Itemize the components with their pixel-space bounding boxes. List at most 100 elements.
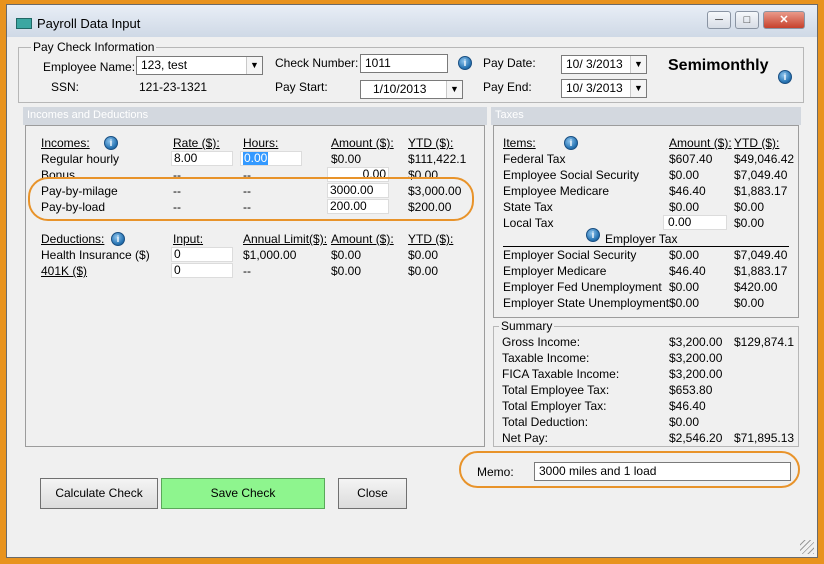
- tax-name: Local Tax: [503, 216, 554, 230]
- deduction-limit: --: [243, 264, 251, 278]
- annual-limit-header: Annual Limit($):: [243, 232, 328, 246]
- pay-date-value: 10/ 3/2013: [566, 57, 623, 71]
- summary-amount: $653.80: [669, 383, 713, 397]
- chevron-down-icon: ▼: [630, 80, 646, 97]
- ytd-header: YTD ($):: [408, 136, 454, 150]
- check-number-info-icon[interactable]: i: [458, 56, 472, 70]
- pay-end-datepicker[interactable]: 10/ 3/2013 ▼: [561, 79, 647, 98]
- deduction-name: Health Insurance ($): [41, 248, 150, 262]
- summary-ytd: $129,874.1: [734, 335, 795, 349]
- deductions-info-icon[interactable]: i: [111, 232, 125, 246]
- employer-tax-amount: $46.40: [669, 264, 706, 278]
- pay-start-value: 1/10/2013: [373, 82, 427, 96]
- employer-tax-ytd: $7,049.40: [734, 248, 788, 262]
- summary-name: FICA Taxable Income:: [502, 367, 620, 381]
- incomes-header: Incomes:: [41, 136, 90, 150]
- summary-ytd: $71,895.13: [734, 431, 795, 445]
- summary-name: Net Pay:: [502, 431, 549, 445]
- summary-amount: $3,200.00: [669, 367, 723, 381]
- employer-tax-info-icon[interactable]: i: [586, 228, 600, 242]
- amount-header: Amount ($):: [331, 136, 394, 150]
- chevron-down-icon: ▼: [630, 56, 646, 73]
- frequency-info-icon[interactable]: i: [778, 70, 792, 84]
- summary-name: Total Deduction:: [502, 415, 589, 429]
- pay-end-value: 10/ 3/2013: [566, 81, 623, 95]
- highlight-oval-incomes: [28, 177, 474, 221]
- window-title: Payroll Data Input: [37, 16, 141, 31]
- employer-tax-ytd: $420.00: [734, 280, 778, 294]
- items-header: Items:: [503, 136, 536, 150]
- employer-tax-amount: $0.00: [669, 296, 700, 310]
- incomes-deductions-header: Incomes and Deductions: [23, 107, 487, 125]
- pay-start-label: Pay Start:: [275, 80, 328, 94]
- taxes-header: Taxes: [491, 107, 801, 125]
- deductions-header: Deductions:: [41, 232, 105, 246]
- pay-end-label: Pay End:: [483, 80, 532, 94]
- summary-name: Total Employee Tax:: [502, 383, 610, 397]
- resize-grip-icon[interactable]: [800, 540, 814, 554]
- local-tax-input[interactable]: 0.00: [663, 215, 727, 230]
- pay-date-label: Pay Date:: [483, 56, 536, 70]
- check-number-input[interactable]: 1011: [360, 54, 448, 73]
- summary-amount: $0.00: [669, 415, 700, 429]
- employer-tax-amount: $0.00: [669, 248, 700, 262]
- taxes-info-icon[interactable]: i: [564, 136, 578, 150]
- health-insurance-input[interactable]: 0: [171, 247, 233, 262]
- tax-ytd: $7,049.40: [734, 168, 788, 182]
- employer-tax-name: Employer Fed Unemployment: [503, 280, 662, 294]
- hours-input[interactable]: 0.00: [240, 151, 302, 166]
- close-button[interactable]: Close: [338, 478, 407, 509]
- deduction-ytd: $0.00: [408, 248, 439, 262]
- income-ytd: $111,422.1: [408, 152, 467, 166]
- income-name: Regular hourly: [41, 152, 120, 166]
- deduction-401k-link[interactable]: 401K ($): [41, 264, 87, 278]
- employer-tax-name: Employer Social Security: [503, 248, 637, 262]
- summary-amount: $3,200.00: [669, 335, 723, 349]
- deduction-ytd-header: YTD ($):: [408, 232, 454, 246]
- incomes-info-icon[interactable]: i: [104, 136, 118, 150]
- pay-start-datepicker[interactable]: 1/10/2013 ▼: [360, 80, 463, 99]
- hours-header: Hours:: [243, 136, 279, 150]
- summary-label: Summary: [499, 319, 555, 333]
- input-header: Input:: [173, 232, 204, 246]
- save-check-button[interactable]: Save Check: [161, 478, 325, 509]
- employer-tax-ytd: $1,883.17: [734, 264, 788, 278]
- employee-name-value: 123, test: [141, 58, 188, 72]
- income-amount: $0.00: [331, 152, 362, 166]
- close-window-button[interactable]: ✕: [763, 11, 805, 29]
- tax-ytd: $0.00: [734, 216, 765, 230]
- deduction-amount: $0.00: [331, 264, 362, 278]
- app-icon: [16, 18, 32, 29]
- 401k-input[interactable]: 0: [171, 263, 233, 278]
- pay-date-datepicker[interactable]: 10/ 3/2013 ▼: [561, 55, 647, 74]
- tax-amount: $0.00: [669, 200, 700, 214]
- rate-input[interactable]: 8.00: [171, 151, 233, 166]
- tax-ytd: $1,883.17: [734, 184, 788, 198]
- pay-frequency: Semimonthly: [668, 57, 769, 74]
- tax-name: State Tax: [503, 200, 553, 214]
- deduction-ytd: $0.00: [408, 264, 439, 278]
- deduction-amount: $0.00: [331, 248, 362, 262]
- ssn-value: 121-23-1321: [139, 80, 208, 94]
- taxes-title: Taxes: [495, 109, 524, 121]
- employer-tax-name: Employer State Unemployment: [503, 296, 670, 310]
- tax-amount: $607.40: [669, 152, 713, 166]
- employer-tax-label: Employer Tax: [605, 232, 678, 246]
- hours-selected-value: 0.00: [243, 151, 269, 165]
- calculate-check-button[interactable]: Calculate Check: [40, 478, 158, 509]
- tax-name: Federal Tax: [503, 152, 566, 166]
- check-number-label: Check Number:: [275, 56, 359, 70]
- summary-name: Total Employer Tax:: [502, 399, 607, 413]
- employee-name-label: Employee Name:: [43, 60, 136, 74]
- employer-tax-amount: $0.00: [669, 280, 700, 294]
- tax-name: Employee Social Security: [503, 168, 640, 182]
- chevron-down-icon: ▼: [446, 81, 462, 98]
- title-bar[interactable]: Payroll Data Input ─ □ ✕: [7, 5, 817, 37]
- summary-name: Taxable Income:: [502, 351, 590, 365]
- summary-name: Gross Income:: [502, 335, 581, 349]
- employee-name-dropdown[interactable]: 123, test ▼: [136, 56, 263, 75]
- maximize-button[interactable]: □: [735, 11, 759, 29]
- tax-ytd-header: YTD ($):: [734, 136, 780, 150]
- tax-amount-header: Amount ($):: [669, 136, 732, 150]
- minimize-button[interactable]: ─: [707, 11, 731, 29]
